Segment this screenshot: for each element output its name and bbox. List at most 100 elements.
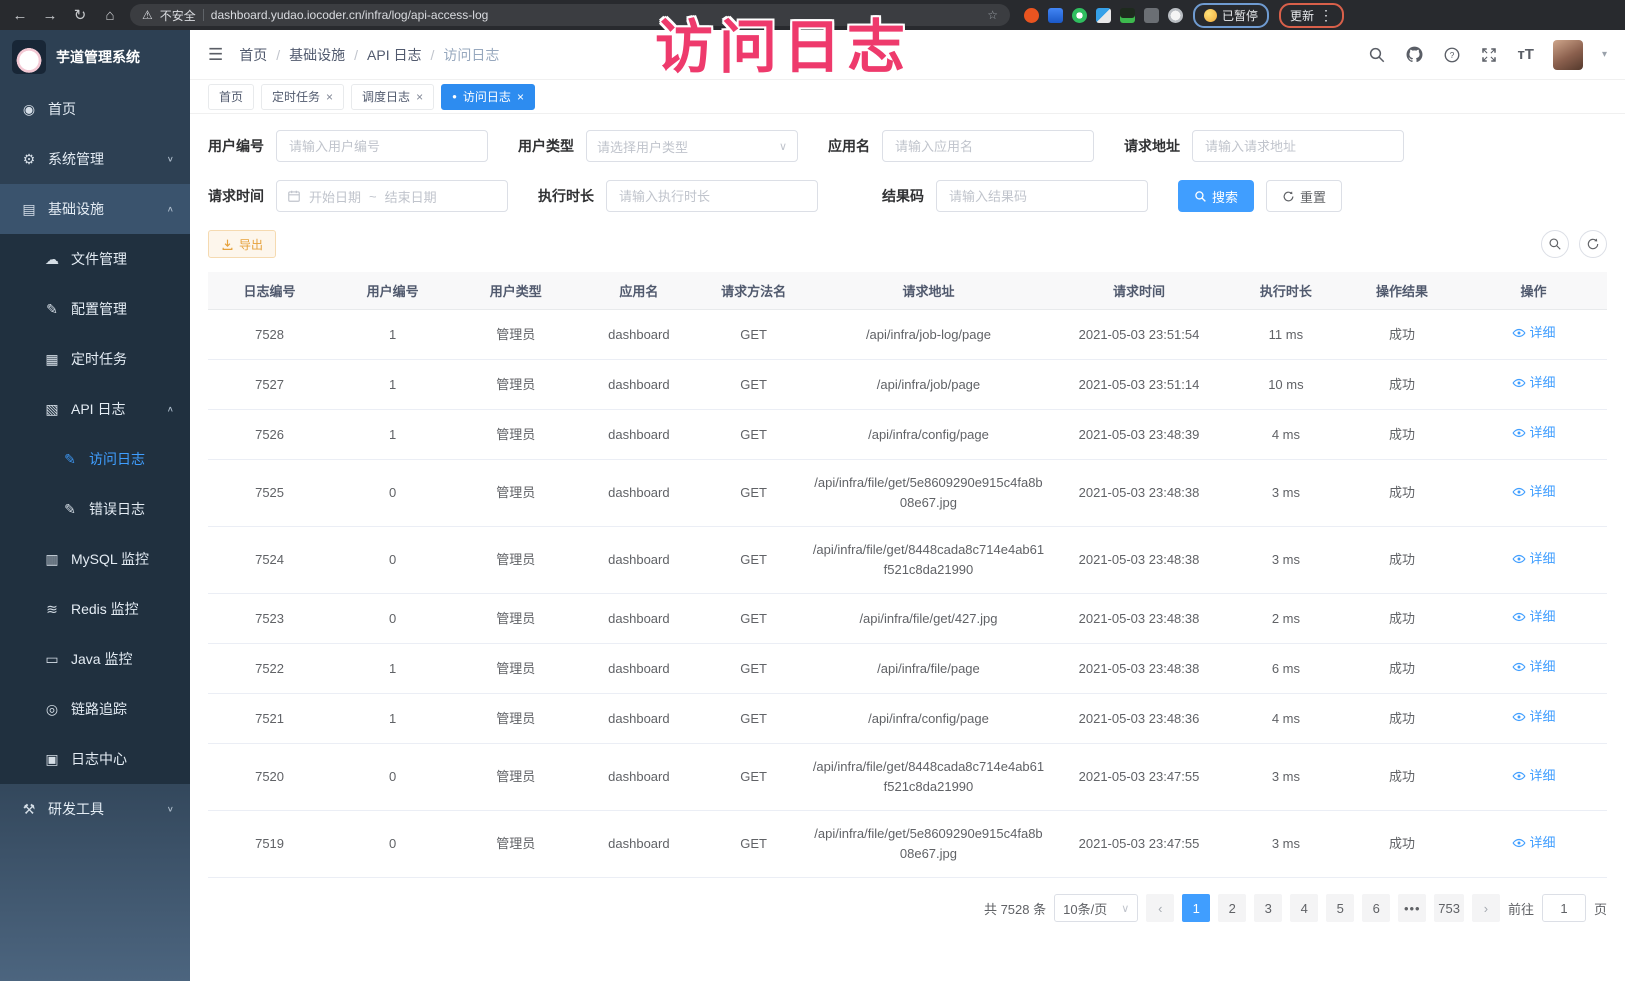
tab-访问日志[interactable]: ●访问日志× bbox=[441, 84, 535, 110]
request-url-input[interactable] bbox=[1192, 130, 1404, 162]
close-icon[interactable]: × bbox=[517, 90, 524, 104]
extension-icon[interactable] bbox=[1024, 8, 1039, 23]
page-button-753[interactable]: 753 bbox=[1434, 894, 1464, 922]
page-button-3[interactable]: 3 bbox=[1254, 894, 1282, 922]
sidebar-item-基础设施[interactable]: ▤基础设施∧ bbox=[0, 184, 190, 234]
pinned-extension-icon[interactable] bbox=[1168, 8, 1183, 23]
page-button-5[interactable]: 5 bbox=[1326, 894, 1354, 922]
duration-input[interactable] bbox=[606, 180, 818, 212]
prev-page-button[interactable]: ‹ bbox=[1146, 894, 1174, 922]
table-cell: dashboard bbox=[577, 410, 700, 460]
extension-icon[interactable] bbox=[1120, 8, 1135, 23]
sidebar-item-研发工具[interactable]: ⚒研发工具∨ bbox=[0, 784, 190, 834]
page-button-6[interactable]: 6 bbox=[1362, 894, 1390, 922]
breadcrumb-item: 访问日志 bbox=[443, 45, 499, 65]
table-cell: 1 bbox=[331, 694, 454, 744]
font-size-icon[interactable]: тT bbox=[1517, 46, 1534, 63]
user-id-input[interactable] bbox=[276, 130, 488, 162]
reset-button[interactable]: 重置 bbox=[1266, 180, 1342, 212]
extension-icon[interactable] bbox=[1144, 8, 1159, 23]
search-button[interactable]: 搜索 bbox=[1178, 180, 1254, 212]
column-header-操作结果: 操作结果 bbox=[1344, 272, 1460, 310]
search-toggle-button[interactable] bbox=[1541, 230, 1569, 258]
user-avatar[interactable] bbox=[1553, 40, 1583, 70]
sidebar-item-定时任务[interactable]: ▦定时任务 bbox=[0, 334, 190, 384]
help-icon[interactable]: ? bbox=[1443, 46, 1461, 64]
avatar-caret-icon[interactable]: ▾ bbox=[1602, 49, 1607, 60]
app-name-input[interactable] bbox=[882, 130, 1094, 162]
tab-调度日志[interactable]: 调度日志× bbox=[351, 84, 434, 110]
sidebar-item-label: 研发工具 bbox=[48, 799, 104, 819]
detail-link[interactable]: 详细 bbox=[1512, 423, 1556, 443]
table-cell: GET bbox=[700, 811, 806, 878]
sidebar-item-MySQL 监控[interactable]: ▥MySQL 监控 bbox=[0, 534, 190, 584]
chevron-up-icon: ∧ bbox=[167, 405, 174, 414]
fullscreen-icon[interactable] bbox=[1480, 46, 1498, 64]
sidebar: 芋道管理系统 ◉首页⚙系统管理∨▤基础设施∧☁文件管理✎配置管理▦定时任务▧AP… bbox=[0, 30, 190, 981]
paused-badge[interactable]: 已暂停 bbox=[1193, 3, 1269, 28]
sidebar-item-访问日志[interactable]: ✎访问日志 bbox=[0, 434, 190, 484]
hamburger-icon[interactable]: ☰ bbox=[208, 45, 223, 65]
address-bar[interactable]: ⚠ 不安全 dashboard.yudao.iocoder.cn/infra/l… bbox=[130, 4, 1010, 26]
detail-link[interactable]: 详细 bbox=[1512, 549, 1556, 569]
next-page-button[interactable]: › bbox=[1472, 894, 1500, 922]
detail-link[interactable]: 详细 bbox=[1512, 373, 1556, 393]
breadcrumb-item[interactable]: API 日志 bbox=[367, 45, 421, 65]
detail-link[interactable]: 详细 bbox=[1512, 707, 1556, 727]
app-logo-row[interactable]: 芋道管理系统 bbox=[0, 30, 190, 84]
detail-link[interactable]: 详细 bbox=[1512, 323, 1556, 343]
browser-reload-icon[interactable]: ↻ bbox=[70, 6, 90, 24]
sidebar-item-Java 监控[interactable]: ▭Java 监控 bbox=[0, 634, 190, 684]
browser-forward-icon[interactable]: → bbox=[40, 7, 60, 24]
sidebar-item-API 日志[interactable]: ▧API 日志∧ bbox=[0, 384, 190, 434]
search-icon[interactable] bbox=[1368, 46, 1386, 64]
sidebar-item-日志中心[interactable]: ▣日志中心 bbox=[0, 734, 190, 784]
sidebar-item-label: 基础设施 bbox=[48, 199, 104, 219]
tab-首页[interactable]: 首页 bbox=[208, 84, 254, 110]
extension-icon[interactable] bbox=[1096, 8, 1111, 23]
page-button-4[interactable]: 4 bbox=[1290, 894, 1318, 922]
breadcrumb-item[interactable]: 基础设施 bbox=[289, 45, 345, 65]
user-type-placeholder: 请选择用户类型 bbox=[597, 137, 688, 156]
user-type-select[interactable]: 请选择用户类型 ∨ bbox=[586, 130, 798, 162]
detail-link[interactable]: 详细 bbox=[1512, 766, 1556, 786]
update-button[interactable]: 更新 ⋮ bbox=[1279, 3, 1344, 28]
goto-page-input[interactable] bbox=[1542, 894, 1586, 922]
result-code-input[interactable] bbox=[936, 180, 1148, 212]
close-icon[interactable]: × bbox=[326, 90, 333, 104]
extension-icon[interactable] bbox=[1048, 8, 1063, 23]
browser-menu-icon[interactable]: ⋮ bbox=[1319, 7, 1333, 24]
detail-link[interactable]: 详细 bbox=[1512, 657, 1556, 677]
eye-icon bbox=[1512, 836, 1526, 850]
sidebar-item-首页[interactable]: ◉首页 bbox=[0, 84, 190, 134]
filter-label-duration: 执行时长 bbox=[538, 186, 594, 206]
detail-link[interactable]: 详细 bbox=[1512, 833, 1556, 853]
sidebar-item-系统管理[interactable]: ⚙系统管理∨ bbox=[0, 134, 190, 184]
security-label: 不安全 bbox=[160, 7, 196, 24]
table-cell-actions: 详细 bbox=[1460, 527, 1607, 594]
table-cell: 管理员 bbox=[454, 410, 577, 460]
page-size-select[interactable]: 10条/页 ∨ bbox=[1054, 894, 1138, 922]
detail-link[interactable]: 详细 bbox=[1512, 482, 1556, 502]
breadcrumb-item[interactable]: 首页 bbox=[239, 45, 267, 65]
sidebar-item-Redis 监控[interactable]: ≋Redis 监控 bbox=[0, 584, 190, 634]
bookmark-star-icon[interactable]: ☆ bbox=[987, 8, 998, 22]
page-ellipsis[interactable]: ••• bbox=[1398, 894, 1426, 922]
refresh-table-button[interactable] bbox=[1579, 230, 1607, 258]
tab-定时任务[interactable]: 定时任务× bbox=[261, 84, 344, 110]
sidebar-item-文件管理[interactable]: ☁文件管理 bbox=[0, 234, 190, 284]
browser-home-icon[interactable]: ⌂ bbox=[100, 7, 120, 24]
detail-link[interactable]: 详细 bbox=[1512, 607, 1556, 627]
browser-back-icon[interactable]: ← bbox=[10, 7, 30, 24]
sidebar-item-链路追踪[interactable]: ◎链路追踪 bbox=[0, 684, 190, 734]
page-button-1[interactable]: 1 bbox=[1182, 894, 1210, 922]
request-time-range-picker[interactable]: 开始日期 ~ 结束日期 bbox=[276, 180, 508, 212]
extension-icon[interactable] bbox=[1072, 8, 1087, 23]
sidebar-item-错误日志[interactable]: ✎错误日志 bbox=[0, 484, 190, 534]
sidebar-item-配置管理[interactable]: ✎配置管理 bbox=[0, 284, 190, 334]
export-button[interactable]: 导出 bbox=[208, 230, 276, 258]
close-icon[interactable]: × bbox=[416, 90, 423, 104]
page-button-2[interactable]: 2 bbox=[1218, 894, 1246, 922]
table-cell: GET bbox=[700, 460, 806, 527]
github-icon[interactable] bbox=[1405, 45, 1424, 64]
